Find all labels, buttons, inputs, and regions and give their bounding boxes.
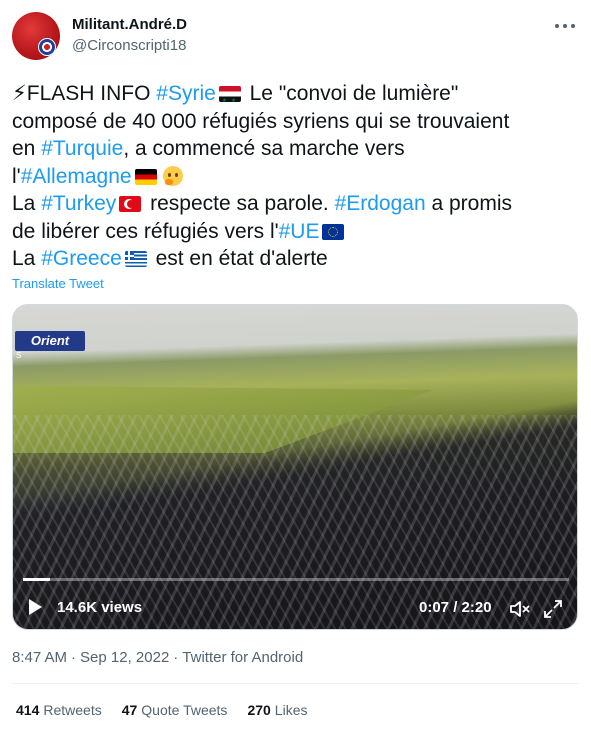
- tweet-date[interactable]: Sep 12, 2022: [80, 649, 169, 666]
- retweets-count: 414: [16, 702, 40, 718]
- tweet-text-line: composé de 40 000 réfugiés syriens qui s…: [12, 108, 580, 136]
- flag-sy-icon: [218, 86, 241, 102]
- flag-eu-icon: [322, 223, 345, 240]
- author-handle[interactable]: @Circonscripti18: [72, 37, 186, 54]
- retweets-stat[interactable]: 414 Retweets: [16, 702, 102, 718]
- video-views: 14.6K views: [57, 599, 143, 616]
- tweet-text-segment: de libérer ces réfugiés vers l': [12, 219, 279, 243]
- channel-logo-mark: S: [16, 351, 22, 360]
- volume-muted-icon[interactable]: [509, 600, 531, 618]
- tweet-text-line: La #Greece est en état d'alerte: [12, 245, 580, 273]
- video-progress-fill: [23, 578, 51, 581]
- video-progress-bar[interactable]: [23, 578, 569, 581]
- hashtag-link[interactable]: #Syrie: [156, 82, 216, 105]
- tweet-text-segment: l': [12, 164, 21, 188]
- tweet-text-segment: La: [12, 192, 42, 215]
- engagement-stats: 414 Retweets 47 Quote Tweets 270 Likes: [16, 702, 327, 718]
- video-player[interactable]: Orient S 14.6K views 0:07 / 2:20: [12, 304, 578, 630]
- author-display-name[interactable]: Militant.André.D: [72, 16, 187, 33]
- tweet-text: ⚡FLASH INFO #Syrie Le "convoi de lumière…: [12, 80, 580, 273]
- tweet-text-segment: en: [12, 137, 42, 160]
- tweet-source[interactable]: Twitter for Android: [182, 649, 303, 666]
- hashtag-link[interactable]: #Allemagne: [21, 165, 132, 188]
- video-time: 0:07 / 2:20: [419, 599, 492, 616]
- tweet-text-segment: ⚡FLASH INFO: [12, 82, 157, 105]
- tweet-text-line: en #Turquie, a commencé sa marche vers: [12, 135, 580, 163]
- more-options-icon[interactable]: [555, 18, 575, 34]
- likes-label: Likes: [274, 702, 308, 718]
- quote-tweets-stat[interactable]: 47 Quote Tweets: [122, 702, 228, 718]
- channel-logo: Orient: [15, 331, 85, 351]
- hashtag-link[interactable]: #Greece: [41, 247, 122, 270]
- hashtag-link[interactable]: #Turkey: [41, 192, 116, 215]
- tweet-text-line: de libérer ces réfugiés vers l'#UE: [12, 218, 580, 246]
- video-frame-crowd: [13, 415, 577, 629]
- retweets-label: Retweets: [43, 702, 102, 718]
- tweet-meta: 8:47 AM · Sep 12, 2022 · Twitter for Android: [12, 649, 304, 666]
- flag-tr-icon: [119, 196, 142, 212]
- avatar[interactable]: [12, 12, 60, 60]
- translate-tweet-link[interactable]: Translate Tweet: [12, 276, 104, 291]
- fullscreen-icon[interactable]: [543, 599, 563, 619]
- divider: [12, 683, 579, 684]
- quotes-count: 47: [121, 702, 138, 718]
- tweet-text-segment: composé de 40 000 réfugiés syriens qui s…: [12, 109, 510, 133]
- tweet-text-line: ⚡FLASH INFO #Syrie Le "convoi de lumière…: [12, 80, 580, 108]
- flag-gr-icon: [124, 251, 147, 267]
- thinking-face-icon: [162, 165, 183, 186]
- tweet-text-segment: est en état d'alerte: [149, 247, 328, 270]
- tweet-text-line: La #Turkey respecte sa parole. #Erdogan …: [12, 190, 580, 218]
- hashtag-link[interactable]: #Turquie: [41, 137, 123, 160]
- cockade-icon: [38, 38, 56, 56]
- tweet-time[interactable]: 8:47 AM: [12, 649, 67, 666]
- tweet-text-segment: La: [12, 247, 42, 270]
- likes-count: 270: [247, 702, 271, 718]
- tweet-text-segment: a promis: [425, 192, 513, 215]
- likes-stat[interactable]: 270 Likes: [247, 702, 307, 718]
- hashtag-link[interactable]: #UE: [279, 220, 320, 243]
- tweet-text-line: l'#Allemagne: [12, 163, 580, 191]
- tweet-text-segment: Le "convoi de lumière": [243, 82, 459, 105]
- tweet-text-segment: respecte sa parole.: [144, 192, 335, 215]
- quotes-label: Quote Tweets: [141, 702, 228, 718]
- hashtag-link[interactable]: #Erdogan: [335, 192, 426, 215]
- tweet-text-segment: , a commencé sa marche vers: [123, 137, 405, 160]
- flag-de-icon: [134, 168, 157, 185]
- play-icon[interactable]: [29, 599, 42, 615]
